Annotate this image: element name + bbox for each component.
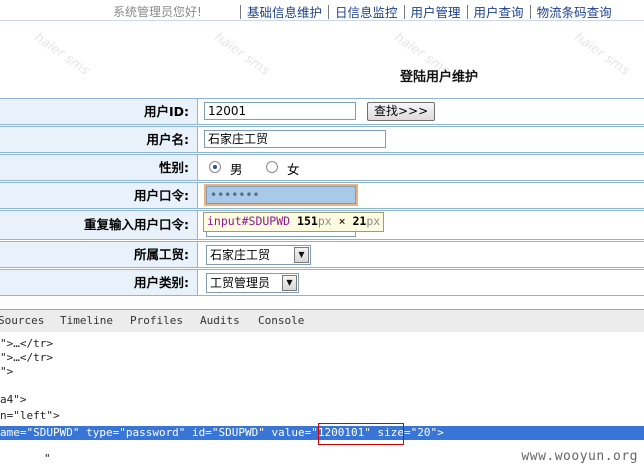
user-id-input[interactable]: 12001	[204, 102, 356, 120]
watermark-text: haier sms	[571, 30, 633, 79]
factory-select-value: 石家庄工贸	[210, 248, 271, 262]
username-label: 用户名:	[0, 127, 198, 152]
form-row-user-type: 用户类别: 工贸管理员 ▼	[0, 269, 644, 296]
code-line[interactable]: ">…</tr>	[0, 351, 53, 364]
form-row-username: 用户名: 石家庄工贸	[0, 126, 644, 153]
watermark-text: haier sms	[31, 30, 93, 79]
password-input[interactable]: •••••••	[204, 184, 358, 206]
devtools-tab-bar: Sources Timeline Profiles Audits Console	[0, 309, 644, 333]
factory-select[interactable]: 石家庄工贸 ▼	[206, 245, 311, 265]
user-type-label: 用户类别:	[0, 270, 198, 295]
nav-item-user-query[interactable]: 用户查询	[468, 2, 530, 21]
user-id-label: 用户ID:	[0, 99, 198, 124]
inspector-tooltip: input#SDUPWD 151px × 21px	[203, 212, 385, 232]
gender-male-label: 男	[230, 162, 243, 177]
devtools-tab-profiles[interactable]: Profiles	[130, 314, 183, 327]
factory-label: 所属工贸:	[0, 242, 198, 267]
devtools-tab-sources[interactable]: Sources	[0, 314, 44, 327]
tooltip-times: ×	[338, 214, 346, 228]
watermark-text: haier sms	[211, 30, 273, 79]
username-input[interactable]: 石家庄工贸	[204, 130, 386, 148]
devtools-tab-audits[interactable]: Audits	[200, 314, 240, 327]
tooltip-height: 21	[352, 214, 367, 228]
gender-label: 性别:	[0, 155, 198, 180]
code-line[interactable]: ">…</tr>	[0, 337, 53, 350]
repeat-password-label: 重复输入用户口令:	[0, 211, 198, 239]
tooltip-width: 151	[297, 214, 318, 228]
gender-male-radio[interactable]	[209, 161, 221, 173]
form-row-gender: 性别: 男 女	[0, 154, 644, 181]
password-label: 用户口令:	[0, 183, 198, 208]
tooltip-selector: input#SDUPWD	[207, 214, 291, 228]
code-line[interactable]: a4">	[0, 393, 27, 406]
user-form: 用户ID: 12001 查找>>> 用户名: 石家庄工贸 性别: 男 女 用户口…	[0, 98, 644, 297]
find-button[interactable]: 查找>>>	[367, 102, 436, 121]
code-line[interactable]: n="left">	[0, 409, 60, 422]
tooltip-height-unit: px	[366, 214, 381, 228]
dropdown-arrow-icon: ▼	[294, 247, 309, 263]
code-line[interactable]: ">	[0, 365, 13, 378]
devtools-tab-console[interactable]: Console	[258, 314, 304, 327]
gender-female-label: 女	[287, 162, 300, 177]
nav-item-user-management[interactable]: 用户管理	[405, 2, 467, 21]
page-title: 登陆用户维护	[400, 70, 479, 85]
nav-item-daily-monitor[interactable]: 日信息监控	[329, 2, 404, 21]
nav-menu: 基础信息维护 日信息监控 用户管理 用户查询 物流条码查询	[240, 2, 618, 21]
gender-female-radio[interactable]	[266, 161, 278, 173]
form-row-user-id: 用户ID: 12001 查找>>>	[0, 98, 644, 125]
nav-item-basic-info[interactable]: 基础信息维护	[241, 2, 328, 21]
user-type-select[interactable]: 工贸管理员 ▼	[206, 273, 299, 293]
devtools-tab-timeline[interactable]: Timeline	[60, 314, 113, 327]
form-row-password: 用户口令: •••••••	[0, 182, 644, 209]
top-navigation-bar: 系统管理员您好! 基础信息维护 日信息监控 用户管理 用户查询 物流条码查询	[0, 0, 644, 21]
tooltip-width-unit: px	[317, 214, 332, 228]
user-type-select-value: 工贸管理员	[210, 276, 271, 290]
value-highlight-box	[318, 423, 404, 445]
site-watermark: www.wooyun.org	[521, 449, 638, 464]
code-line[interactable]: "	[44, 452, 51, 465]
form-row-factory: 所属工贸: 石家庄工贸 ▼	[0, 241, 644, 268]
greeting-text: 系统管理员您好!	[113, 5, 202, 19]
nav-item-barcode-query[interactable]: 物流条码查询	[531, 2, 618, 21]
dropdown-arrow-icon: ▼	[282, 275, 297, 291]
